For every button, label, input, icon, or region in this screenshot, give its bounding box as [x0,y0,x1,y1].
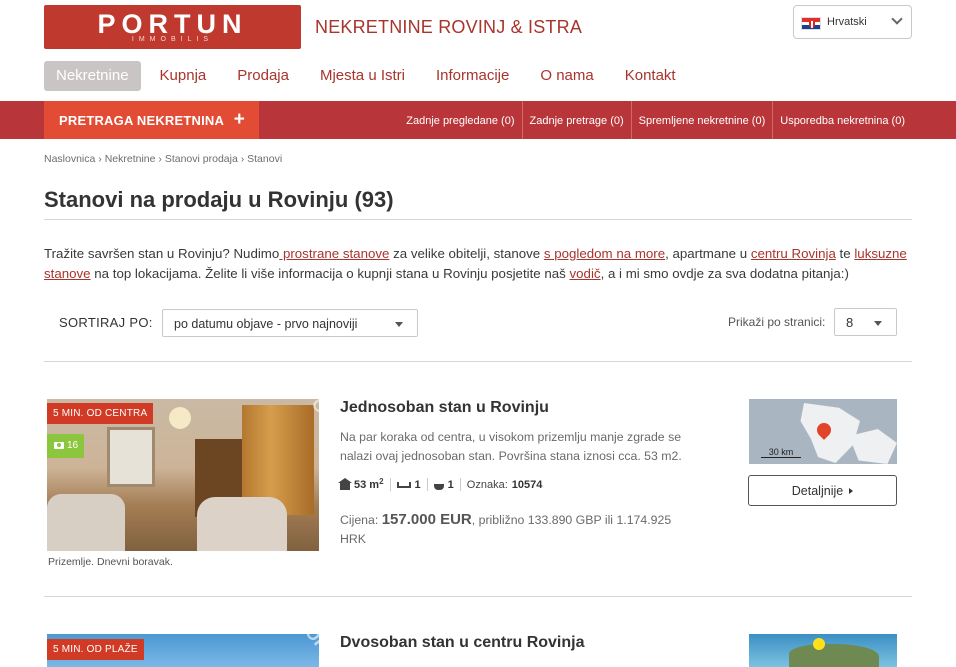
listing-title[interactable]: Jednosoban stan u Rovinju [340,399,549,417]
distance-badge: 5 MIN. OD CENTRA [47,403,154,424]
language-select[interactable]: Hrvatski [793,5,912,39]
breadcrumb-stanovi: Stanovi [247,153,283,165]
nav-item-mjesta[interactable]: Mjesta u Istri [308,61,417,91]
camera-icon [54,442,64,449]
location-map[interactable]: 30 km [749,399,897,464]
sort-selected-value: po datumu objave - prvo najnoviji [174,317,358,331]
divider [44,596,912,597]
listing-features: 53 m2 1 1 Oznaka: 10574 [338,477,543,491]
listing-price: Cijena: 157.000 EUR, približno 133.890 G… [340,511,672,546]
caret-down-icon [874,321,882,326]
listing-description: Na par koraka od centra, u visokom prize… [340,430,682,463]
property-search-label: PRETRAGA NEKRETNINA [59,113,225,128]
breadcrumb-nekretnine[interactable]: Nekretnine [105,153,156,165]
site-tagline: NEKRETNINE ROVINJ & ISTRA [315,17,583,37]
main-nav: Nekretnine Kupnja Prodaja Mjesta u Istri… [44,61,695,91]
caret-right-icon [849,488,854,494]
per-page-label: Prikaži po stranici: [728,315,826,329]
chevron-down-icon [891,13,903,25]
saved-properties-link[interactable]: Spremljene nekretnine (0) [630,101,773,139]
recently-viewed-link[interactable]: Zadnje pregledane (0) [399,101,521,139]
details-label: Detaljnije [791,484,844,498]
nav-item-o-nama[interactable]: O nama [528,61,605,91]
nav-item-nekretnine[interactable]: Nekretnine [44,61,141,91]
language-label: Hrvatski [827,16,867,28]
compare-properties-link[interactable]: Usporedba nekretnina (0) [772,101,912,139]
croatia-flag-icon [801,17,821,30]
bathrooms-value: 1 [447,478,454,491]
bath-icon [433,483,444,490]
divider [44,361,912,362]
breadcrumb-stanovi-prodaja[interactable]: Stanovi prodaja [165,153,238,165]
recent-searches-link[interactable]: Zadnje pretrage (0) [521,101,631,139]
bedrooms-value: 1 [414,478,421,491]
code-value: 10574 [511,478,543,491]
code-label: Oznaka: [466,478,508,491]
per-page-value: 8 [846,315,854,330]
logo[interactable]: PORTUN IMMOBILIS [44,5,301,49]
location-map[interactable] [749,634,897,667]
breadcrumb: Naslovnica › Nekretnine › Stanovi prodaj… [44,153,283,165]
watermark: PORTUN [293,634,319,667]
bed-icon [396,481,411,488]
sort-label: SORTIRAJ PO: [59,315,153,330]
divider [44,219,912,220]
map-scale: 30 km [761,447,801,458]
nav-item-kontakt[interactable]: Kontakt [613,61,688,91]
intro-text: Tražite savršen stan u Rovinju? Nudimo p… [44,246,907,281]
photo-count: 16 [67,440,79,451]
nav-item-informacije[interactable]: Informacije [424,61,521,91]
page-title: Stanovi na prodaju u Rovinju (93) [44,187,394,212]
per-page-select[interactable]: 8 [834,308,897,336]
home-icon [338,477,352,490]
guide-link[interactable]: vodič [570,266,601,281]
nav-item-kupnja[interactable]: Kupnja [148,61,219,91]
property-search-button[interactable]: PRETRAGA NEKRETNINA + [44,101,259,139]
listing-title[interactable]: Dvosoban stan u centru Rovinja [340,634,584,652]
rovinj-center-link[interactable]: centru Rovinja [751,246,836,261]
spacious-apartments-link[interactable]: prostrane stanove [279,246,389,261]
price-amount: 157.000 EUR [381,511,472,528]
photo-caption: Prizemlje. Dnevni boravak. [48,556,173,568]
photo-count-badge[interactable]: 16 [47,434,84,458]
area-value: 53 m [354,478,380,491]
plus-icon: + [233,109,245,130]
distance-badge: 5 MIN. OD PLAŽE [47,639,144,660]
caret-down-icon [395,322,403,327]
sort-select[interactable]: po datumu objave - prvo najnoviji [162,309,418,337]
map-pin-icon [813,638,825,650]
nav-item-prodaja[interactable]: Prodaja [225,61,301,91]
sea-view-link[interactable]: s pogledom na more [544,246,665,261]
details-button[interactable]: Detaljnije [748,475,897,506]
toolbar-links: Zadnje pregledane (0) Zadnje pretrage (0… [399,101,912,139]
breadcrumb-home[interactable]: Naslovnica [44,153,95,165]
logo-subtitle: IMMOBILIS [131,36,214,43]
